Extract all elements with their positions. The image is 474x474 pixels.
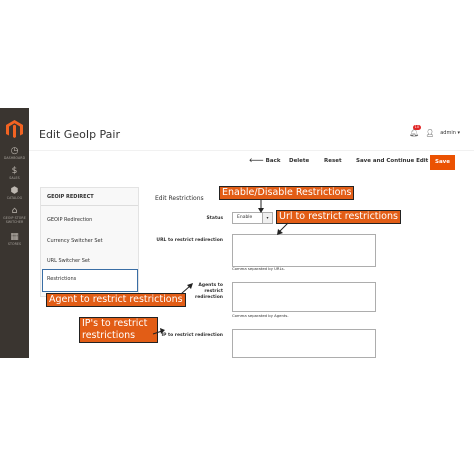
annotation-ip: IP's to restrict restrictions (79, 317, 158, 343)
tab-label: Restrictions (47, 276, 77, 282)
status-label: Status (206, 216, 223, 221)
page-title: Edit GeoIp Pair (39, 128, 121, 141)
status-value: Enable (237, 215, 253, 220)
notification-badge: 10 (413, 125, 421, 130)
agents-note: Comma separated by Agents. (232, 313, 289, 318)
sidebar-item-catalog[interactable]: ⬢ CATALOG (0, 186, 29, 200)
divider (41, 205, 138, 206)
save-button[interactable]: Save (430, 155, 455, 170)
sidebar-item-label: CATALOG (6, 196, 23, 200)
stores-icon: ▦ (10, 232, 19, 242)
annotation-ip-line2: restrictions (82, 330, 136, 341)
sidebar-item-stores[interactable]: ▦ STORES (0, 232, 29, 246)
chevron-down-icon: ▾ (457, 129, 460, 136)
annotation-url: Url to restrict restrictions (276, 210, 401, 224)
ip-restrict-textarea[interactable] (232, 329, 376, 358)
sidebar-item-label: SALES (9, 176, 20, 180)
annotation-arrow-icon (258, 199, 264, 213)
url-label: URL to restrict redirection (156, 238, 223, 243)
header-tools: 🔔︎ 10 👤︎ admin ▾ (409, 125, 460, 137)
sidebar-item-label: GEOIP STORE SWITCHER (3, 216, 26, 224)
user-menu[interactable]: admin ▾ (440, 130, 460, 136)
app-frame: ◷ DASHBOARD $ SALES ⬢ CATALOG ⌂ GEOIP ST… (0, 108, 474, 358)
section-title: Edit Restrictions (155, 195, 204, 202)
annotation-ip-line1: IP's to restrict (82, 318, 148, 329)
sidebar-item-sales[interactable]: $ SALES (0, 166, 29, 180)
sidebar-item-dashboard[interactable]: ◷ DASHBOARD (0, 146, 29, 160)
reset-button[interactable]: Reset (324, 158, 342, 164)
sidebar-item-label: DASHBOARD (3, 156, 26, 160)
tab-geoip-redirection[interactable]: GEOIP Redirection (47, 217, 92, 223)
notifications-bell-icon[interactable]: 🔔︎ 10 (409, 125, 421, 137)
user-avatar-icon[interactable]: 👤︎ (425, 129, 434, 137)
save-and-continue-button[interactable]: Save and Continue Edit (356, 158, 428, 164)
url-restrict-textarea[interactable] (232, 234, 376, 267)
chevron-down-icon: ▾ (262, 213, 272, 223)
delete-button[interactable]: Delete (289, 158, 309, 164)
back-button[interactable]: 🡐 Back (249, 158, 281, 164)
annotation-arrow-icon (152, 328, 165, 335)
arrow-left-icon: 🡐 (249, 158, 266, 164)
agents-restrict-textarea[interactable] (232, 282, 376, 312)
user-name: admin (440, 129, 456, 136)
url-note: Comma separated by URLs. (232, 266, 285, 271)
annotation-arrow-icon (277, 222, 289, 235)
tab-restrictions[interactable]: Restrictions (42, 269, 138, 292)
annotation-enable-disable: Enable/Disable Restrictions (219, 186, 355, 200)
box-icon: ⬢ (10, 186, 19, 196)
tab-url-switcher-set[interactable]: URL Switcher Set (47, 258, 90, 264)
magento-logo-icon[interactable] (6, 120, 23, 138)
tab-currency-switcher-set[interactable]: Currency Switcher Set (47, 238, 103, 244)
annotation-agent: Agent to restrict restrictions (46, 293, 186, 307)
dashboard-icon: ◷ (10, 146, 19, 156)
tabs-title: GEOIP REDIRECT (47, 194, 94, 200)
store-icon: ⌂ (11, 206, 18, 216)
annotation-arrow-icon (180, 283, 193, 295)
sidebar-item-geoip-store-switcher[interactable]: ⌂ GEOIP STORE SWITCHER (0, 206, 29, 224)
admin-sidebar: ◷ DASHBOARD $ SALES ⬢ CATALOG ⌂ GEOIP ST… (0, 108, 29, 358)
sidebar-item-label: STORES (7, 242, 22, 246)
dollar-icon: $ (11, 166, 18, 176)
